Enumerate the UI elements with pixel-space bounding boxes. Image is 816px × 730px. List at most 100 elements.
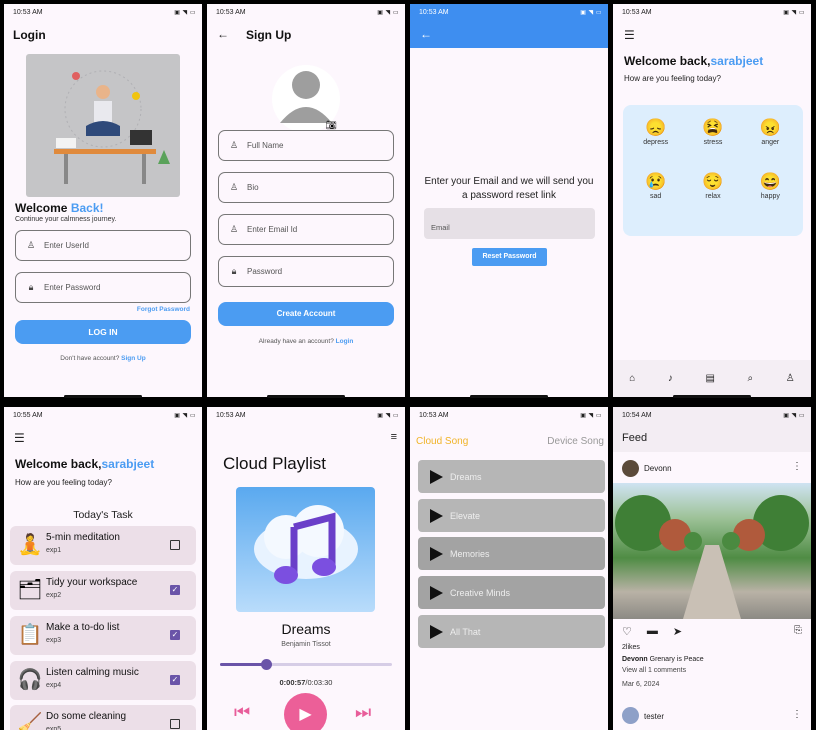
task-item[interactable]: 🧹 Do some cleaning exp5 (10, 705, 196, 730)
mood-depress[interactable]: 😞 depress (627, 117, 684, 171)
back-arrow-icon[interactable]: ← (217, 27, 229, 41)
profile-icon[interactable]: ♙ (786, 373, 795, 384)
mood-label: depress (643, 139, 669, 146)
create-account-button[interactable]: Create Account (218, 302, 394, 326)
todo-list-icon: 📋 (17, 624, 43, 646)
mood-anger[interactable]: 😠 anger (742, 117, 799, 171)
play-icon (430, 469, 443, 484)
song-item[interactable]: All That (418, 615, 605, 648)
clock: 10:53 AM (419, 411, 449, 419)
userid-input[interactable]: ♙ Enter UserId (15, 230, 191, 261)
task-item[interactable]: 📋 Make a to-do list exp3 ✓ (10, 616, 196, 655)
screenshot-grid: 10:53 AM ▣ ◥ ▭ Login Welcome Back! Contin… (0, 0, 816, 730)
post-author[interactable]: Devonn (644, 464, 672, 473)
playlist-menu-icon[interactable]: ≡ (391, 431, 397, 443)
mood-question: How are you feeling today? (624, 74, 721, 83)
login-link[interactable]: Login (336, 338, 354, 345)
feed-screen: 10:54 AM ▣ ◥ ▭ Feed Devonn ⋮ ♡ ▬ ➤ ⎘ 2lik… (613, 407, 811, 730)
song-item[interactable]: Creative Minds (418, 576, 605, 609)
clock: 10:53 AM (13, 8, 43, 16)
next-icon[interactable]: ⏭ (355, 702, 371, 723)
task-checkbox[interactable]: ✓ (170, 585, 180, 595)
clock: 10:53 AM (216, 8, 246, 16)
email-input[interactable]: ♙ Enter Email Id (218, 214, 394, 245)
avatar[interactable] (622, 707, 639, 724)
song-item[interactable]: Elevate (418, 499, 605, 532)
mood-relax[interactable]: 😌 relax (684, 171, 741, 225)
task-item[interactable]: 🗂 Tidy your workspace exp2 ✓ (10, 571, 196, 610)
previous-icon[interactable]: ⏮ (234, 702, 250, 723)
task-xp: exp2 (46, 592, 62, 599)
signup-link[interactable]: Sign Up (121, 355, 146, 362)
mood-label: relax (705, 192, 721, 200)
task-checkbox[interactable]: ✓ (170, 675, 180, 685)
tab-device-song[interactable]: Device Song (547, 436, 604, 447)
avatar[interactable]: 📷︎ (272, 65, 340, 133)
avatar[interactable] (622, 460, 639, 477)
more-options-icon[interactable]: ⋮ (792, 709, 802, 720)
play-button[interactable]: ▶ (284, 693, 327, 730)
mood-sad[interactable]: 😢 sad (627, 171, 684, 225)
song-item[interactable]: Memories (418, 537, 605, 570)
comment-icon[interactable]: ▬ (647, 625, 658, 638)
tab-cloud-song[interactable]: Cloud Song (416, 436, 468, 447)
stress-icon: 😫 (702, 118, 724, 137)
play-icon: ▶ (299, 706, 312, 723)
mood-question: How are you feeling today? (15, 478, 112, 487)
play-icon (430, 546, 443, 561)
music-icon[interactable]: ♪ (668, 373, 673, 384)
menu-icon[interactable]: ☰ (14, 431, 25, 445)
song-item[interactable]: Dreams (418, 460, 605, 493)
lock-icon: 🔒︎ (28, 282, 34, 292)
task-xp: exp3 (46, 637, 62, 644)
task-title: Make a to-do list (46, 622, 120, 633)
song-name: Dreams (450, 471, 482, 482)
login-button[interactable]: LOG IN (15, 320, 191, 344)
task-checkbox[interactable] (170, 719, 180, 729)
caption-text: Grenary is Peace (649, 656, 704, 663)
journal-icon[interactable]: ▤ (705, 373, 714, 384)
tasks-screen: 10:55 AM ▣ ◥ ▭ ☰ Welcome back,sarabjeet H… (4, 407, 202, 730)
have-account-text: Already have an account? (258, 338, 334, 345)
more-options-icon[interactable]: ⋮ (792, 461, 802, 472)
sad-icon: 😢 (645, 171, 667, 191)
songs-screen: 10:53 AM ▣ ◥ ▭ Cloud Song Device Song Dre… (410, 407, 608, 730)
home-icon[interactable]: ⌂ (629, 373, 635, 384)
search-icon[interactable]: ⌕ (748, 373, 754, 384)
mood-happy[interactable]: 😄 happy (742, 171, 799, 225)
mood-label: anger (761, 139, 780, 146)
likes-count: 2likes (622, 644, 640, 651)
back-arrow-icon[interactable]: ← (420, 27, 432, 41)
fullname-input[interactable]: ♙ Full Name (218, 130, 394, 161)
forgot-password-link[interactable]: Forgot Password (137, 306, 190, 313)
welcome-heading: Welcome Back! (15, 201, 104, 215)
menu-icon[interactable]: ☰ (624, 28, 635, 42)
progress-thumb[interactable] (261, 659, 273, 670)
password-input[interactable]: 🔒︎ Password (218, 256, 394, 287)
password-input[interactable]: 🔒︎ Enter Password (15, 272, 191, 303)
heart-icon[interactable]: ♡ (622, 625, 632, 638)
post-image[interactable] (613, 483, 811, 619)
progress-fill (220, 663, 267, 666)
task-item[interactable]: 🧘 5-min meditation exp1 (10, 526, 196, 565)
fullname-placeholder: Full Name (247, 141, 284, 150)
userid-placeholder: Enter UserId (44, 241, 89, 250)
total-time: /0:03:30 (305, 678, 333, 687)
status-bar: 10:53 AM ▣ ◥ ▭ (419, 411, 602, 419)
progress-track[interactable] (220, 659, 392, 670)
task-title: Listen calming music (46, 667, 139, 678)
bookmark-icon[interactable]: ⎘ (794, 625, 802, 636)
task-item[interactable]: 🎧 Listen calming music exp4 ✓ (10, 661, 196, 700)
task-checkbox[interactable]: ✓ (170, 630, 180, 640)
mood-stress[interactable]: 😫 stress (684, 117, 741, 171)
reset-password-button[interactable]: Reset Password (472, 248, 547, 266)
post-author[interactable]: tester (644, 712, 664, 721)
bio-input[interactable]: ♙ Bio (218, 172, 394, 203)
view-comments-link[interactable]: View all 1 comments (622, 667, 686, 674)
share-icon[interactable]: ➤ (673, 625, 682, 638)
email-input[interactable]: Email (424, 208, 595, 239)
relax-icon: 😌 (702, 171, 724, 191)
task-checkbox[interactable] (170, 540, 180, 550)
mood-label: happy (760, 192, 780, 200)
anger-icon: 😠 (759, 118, 781, 137)
